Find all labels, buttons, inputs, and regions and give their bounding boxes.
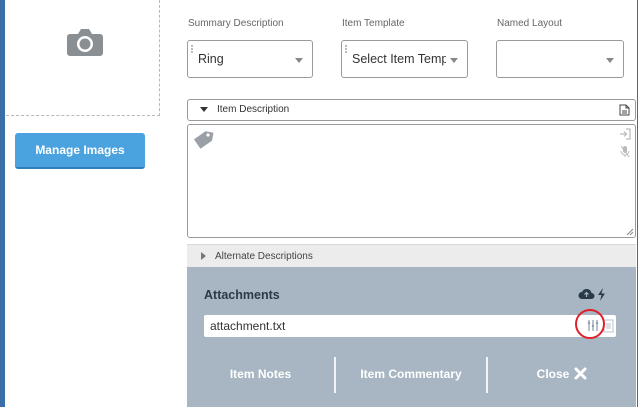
attachments-panel: Attachments attachment.txt Item Notes It… bbox=[187, 267, 636, 407]
close-x-icon bbox=[574, 367, 587, 380]
attachment-file-name[interactable]: attachment.txt bbox=[210, 319, 285, 333]
highlight-circle bbox=[575, 309, 605, 339]
caret-right-icon bbox=[201, 252, 206, 260]
attachment-item[interactable]: attachment.txt bbox=[204, 315, 616, 337]
item-template-select[interactable]: Select Item Temp bbox=[341, 40, 468, 78]
summary-description-value: Ring bbox=[198, 52, 224, 66]
mic-off-icon[interactable] bbox=[620, 145, 630, 158]
item-notes-button[interactable]: Item Notes bbox=[187, 354, 334, 393]
summary-description-label: Summary Description bbox=[188, 18, 284, 29]
chevron-down-icon bbox=[295, 58, 303, 63]
grip-indicator bbox=[191, 45, 195, 53]
attachments-title: Attachments bbox=[204, 288, 280, 302]
item-commentary-button[interactable]: Item Commentary bbox=[336, 354, 486, 393]
manage-images-button[interactable]: Manage Images bbox=[15, 133, 145, 169]
window-border-left bbox=[0, 0, 5, 407]
login-icon[interactable] bbox=[619, 128, 631, 140]
document-icon[interactable] bbox=[619, 104, 630, 116]
bolt-icon[interactable] bbox=[597, 288, 606, 301]
alternate-descriptions-header[interactable]: Alternate Descriptions bbox=[187, 244, 636, 267]
named-layout-label: Named Layout bbox=[497, 18, 563, 29]
item-description-header[interactable]: Item Description bbox=[187, 99, 636, 121]
chevron-down-icon bbox=[606, 58, 614, 63]
cloud-upload-icon[interactable] bbox=[578, 288, 595, 300]
image-placeholder[interactable] bbox=[6, 0, 160, 116]
resize-handle-icon[interactable] bbox=[626, 228, 634, 236]
summary-description-select[interactable]: Ring bbox=[187, 40, 313, 78]
close-button[interactable]: Close bbox=[488, 354, 636, 393]
named-layout-select[interactable] bbox=[496, 40, 624, 78]
tag-icon[interactable] bbox=[192, 129, 214, 151]
alternate-descriptions-title: Alternate Descriptions bbox=[215, 251, 313, 262]
camera-icon bbox=[67, 29, 103, 56]
caret-down-icon bbox=[200, 107, 208, 112]
item-template-label: Item Template bbox=[342, 18, 405, 29]
item-description-title: Item Description bbox=[217, 104, 290, 115]
close-label: Close bbox=[536, 366, 570, 381]
grip-indicator bbox=[345, 45, 349, 53]
item-template-value: Select Item Temp bbox=[352, 52, 446, 66]
item-description-textarea[interactable] bbox=[187, 124, 636, 238]
chevron-down-icon bbox=[450, 58, 458, 63]
